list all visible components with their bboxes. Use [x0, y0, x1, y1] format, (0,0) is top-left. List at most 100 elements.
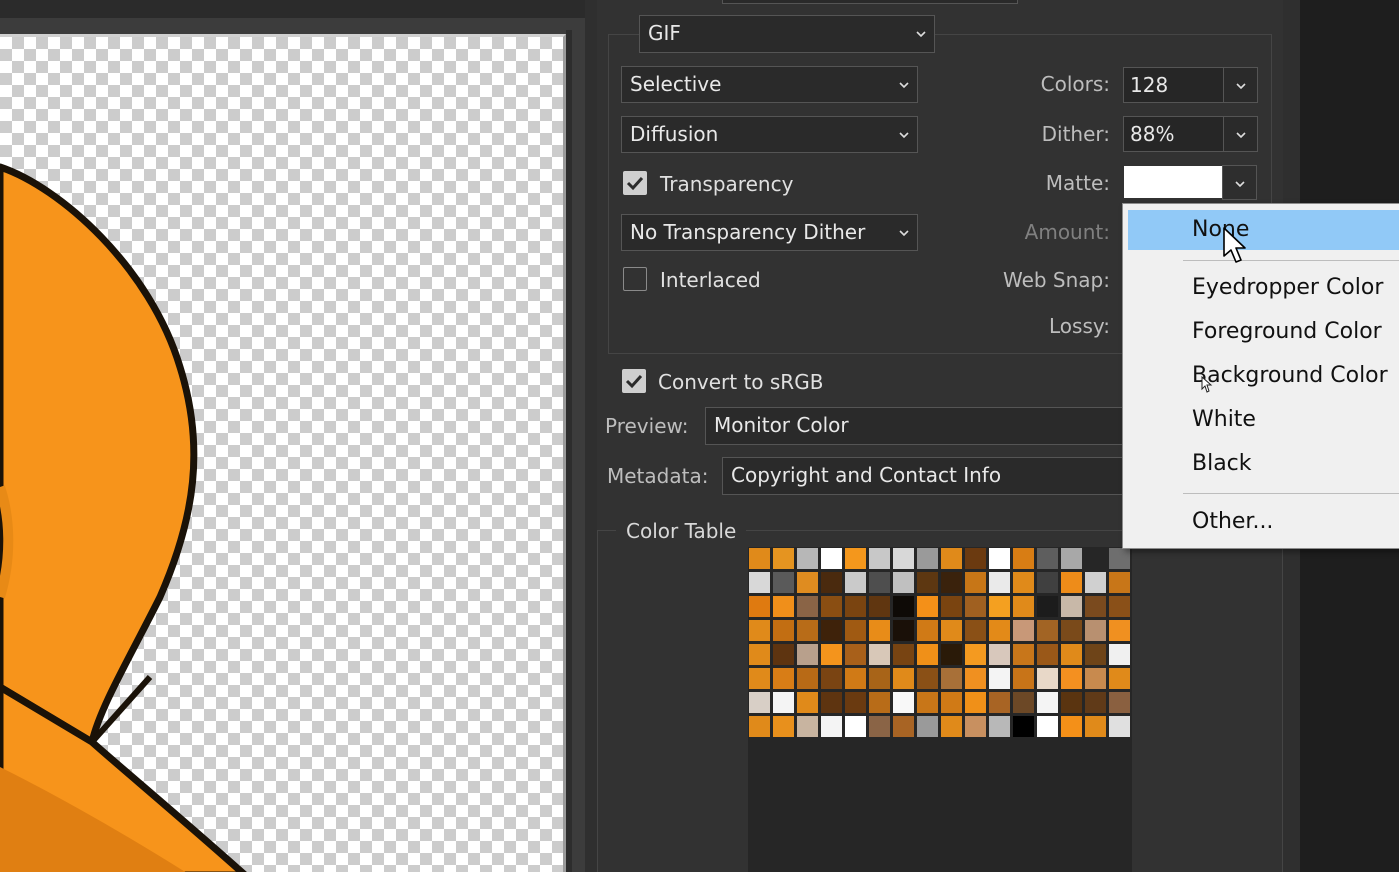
color-swatch[interactable]: [844, 715, 867, 738]
color-swatch[interactable]: [916, 547, 939, 570]
color-swatch[interactable]: [820, 715, 843, 738]
color-swatch[interactable]: [916, 595, 939, 618]
color-swatch[interactable]: [940, 643, 963, 666]
color-swatch[interactable]: [748, 643, 771, 666]
color-swatch[interactable]: [772, 715, 795, 738]
color-swatch[interactable]: [940, 691, 963, 714]
menu-item-other[interactable]: Other...: [1128, 502, 1399, 542]
color-swatch[interactable]: [868, 571, 891, 594]
color-swatch[interactable]: [844, 667, 867, 690]
color-swatch[interactable]: [1012, 571, 1035, 594]
color-swatch[interactable]: [868, 643, 891, 666]
color-swatch[interactable]: [940, 571, 963, 594]
color-swatch[interactable]: [1036, 715, 1059, 738]
color-swatch[interactable]: [844, 643, 867, 666]
color-swatch[interactable]: [844, 547, 867, 570]
color-swatch[interactable]: [1060, 571, 1083, 594]
color-swatch[interactable]: [916, 715, 939, 738]
preview-select[interactable]: Monitor Color: [705, 407, 1125, 445]
color-swatch[interactable]: [940, 595, 963, 618]
color-swatch[interactable]: [1060, 643, 1083, 666]
color-swatch[interactable]: [748, 691, 771, 714]
color-swatch[interactable]: [868, 715, 891, 738]
color-swatch[interactable]: [844, 619, 867, 642]
color-swatch[interactable]: [772, 667, 795, 690]
color-swatch[interactable]: [1036, 619, 1059, 642]
color-swatch[interactable]: [1108, 691, 1131, 714]
color-swatch[interactable]: [1036, 667, 1059, 690]
dither-dropdown-button[interactable]: [1223, 116, 1258, 152]
color-swatch[interactable]: [964, 667, 987, 690]
color-swatch[interactable]: [964, 571, 987, 594]
color-swatch[interactable]: [1012, 667, 1035, 690]
matte-dropdown-button[interactable]: [1222, 165, 1257, 200]
color-swatch[interactable]: [796, 547, 819, 570]
color-swatch[interactable]: [1108, 643, 1131, 666]
color-swatch[interactable]: [868, 595, 891, 618]
color-swatch[interactable]: [916, 619, 939, 642]
color-swatch[interactable]: [748, 715, 771, 738]
color-swatch[interactable]: [964, 643, 987, 666]
color-swatch[interactable]: [1012, 691, 1035, 714]
color-swatch[interactable]: [916, 643, 939, 666]
color-swatch[interactable]: [820, 547, 843, 570]
color-swatch[interactable]: [868, 667, 891, 690]
preset-select-edge[interactable]: [722, 0, 1018, 4]
color-swatch[interactable]: [1084, 667, 1107, 690]
color-swatch[interactable]: [916, 571, 939, 594]
color-swatch[interactable]: [892, 547, 915, 570]
color-swatch[interactable]: [1084, 691, 1107, 714]
format-select[interactable]: GIF: [639, 15, 935, 53]
color-swatch[interactable]: [892, 619, 915, 642]
color-table[interactable]: [748, 547, 1132, 872]
color-swatch[interactable]: [988, 571, 1011, 594]
color-swatch[interactable]: [1012, 619, 1035, 642]
color-swatch[interactable]: [1108, 619, 1131, 642]
color-swatch[interactable]: [892, 571, 915, 594]
color-swatch[interactable]: [1012, 547, 1035, 570]
dither-algorithm-select[interactable]: Diffusion: [621, 116, 918, 153]
color-swatch[interactable]: [964, 715, 987, 738]
color-swatch[interactable]: [916, 667, 939, 690]
color-swatch[interactable]: [940, 619, 963, 642]
colors-dropdown-button[interactable]: [1223, 67, 1258, 103]
color-swatch[interactable]: [1108, 595, 1131, 618]
color-swatch[interactable]: [1060, 691, 1083, 714]
color-swatch[interactable]: [1060, 619, 1083, 642]
color-swatch[interactable]: [1012, 643, 1035, 666]
color-swatch[interactable]: [796, 619, 819, 642]
color-swatch[interactable]: [1108, 571, 1131, 594]
color-swatch[interactable]: [916, 691, 939, 714]
matte-color-swatch[interactable]: [1124, 166, 1222, 198]
transparency-dither-select[interactable]: No Transparency Dither: [621, 214, 918, 251]
color-swatch[interactable]: [772, 691, 795, 714]
color-swatch[interactable]: [892, 595, 915, 618]
color-swatch[interactable]: [1084, 571, 1107, 594]
color-swatch[interactable]: [1060, 595, 1083, 618]
color-swatch[interactable]: [748, 547, 771, 570]
color-swatch[interactable]: [1036, 571, 1059, 594]
color-swatch[interactable]: [988, 667, 1011, 690]
menu-item-background-color[interactable]: Background Color: [1128, 356, 1399, 396]
color-swatch[interactable]: [772, 547, 795, 570]
menu-item-eyedropper-color[interactable]: Eyedropper Color: [1128, 268, 1399, 308]
color-swatch[interactable]: [988, 595, 1011, 618]
color-swatch[interactable]: [1108, 667, 1131, 690]
color-swatch[interactable]: [988, 643, 1011, 666]
color-swatch[interactable]: [820, 571, 843, 594]
color-swatch[interactable]: [1084, 715, 1107, 738]
color-swatch[interactable]: [748, 571, 771, 594]
color-swatch[interactable]: [772, 595, 795, 618]
color-swatch[interactable]: [940, 547, 963, 570]
color-swatch[interactable]: [820, 595, 843, 618]
color-swatch[interactable]: [772, 571, 795, 594]
color-swatch[interactable]: [892, 643, 915, 666]
reduction-select[interactable]: Selective: [621, 66, 918, 103]
transparency-checkbox[interactable]: [623, 171, 647, 195]
color-swatch[interactable]: [748, 667, 771, 690]
color-swatch[interactable]: [1084, 643, 1107, 666]
color-swatch[interactable]: [844, 571, 867, 594]
color-swatch[interactable]: [820, 667, 843, 690]
color-swatch[interactable]: [1060, 667, 1083, 690]
color-swatch[interactable]: [1060, 715, 1083, 738]
